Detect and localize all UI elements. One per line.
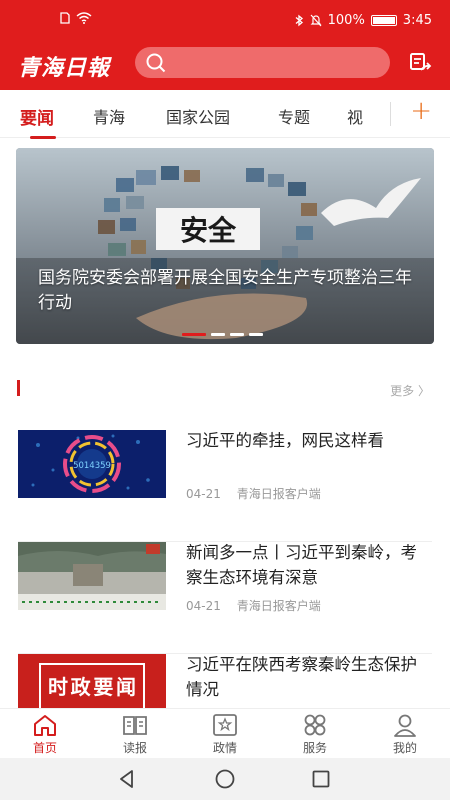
app-logo[interactable]: 青海日報 — [18, 50, 110, 82]
carousel-dot[interactable] — [249, 333, 263, 336]
nav-profile[interactable]: 我的 — [375, 713, 435, 756]
more-link[interactable]: 更多 〉 — [390, 382, 430, 399]
battery-percent: 100% — [327, 13, 365, 28]
carousel-dot[interactable] — [182, 333, 206, 336]
home-button-icon[interactable] — [214, 768, 236, 790]
channel-tabs: 要闻 青海 国家公园 专题 视 + — [0, 90, 450, 138]
carousel-dots — [182, 333, 263, 336]
news-title: 新闻多一点丨习近平到秦岭，考察生态环境有深意 — [186, 543, 417, 587]
nav-read-paper-label: 读报 — [122, 741, 147, 755]
carousel-dot[interactable] — [230, 333, 244, 336]
tab-national-park[interactable]: 国家公园 — [166, 104, 230, 128]
nav-services-label: 服务 — [302, 741, 327, 755]
sim-icon — [60, 12, 70, 24]
banner-title: 国务院安委会部署开展全国安全生产专项整治三年行动 — [38, 268, 412, 313]
news-meta: 04-21 青海日报客户端 — [186, 597, 333, 614]
emblem-icon — [213, 714, 237, 736]
headline-banner[interactable]: 安全 国务院安委会部署开展全国安全生产专项整治三年行动 — [16, 148, 434, 344]
thumbnail-counter-text: 5014359 — [73, 461, 111, 471]
grid-icon — [304, 714, 326, 736]
news-source: 青海日报客户端 — [236, 487, 321, 501]
search-icon — [146, 53, 166, 73]
tab-headlines[interactable]: 要闻 — [20, 104, 54, 129]
nav-politics[interactable]: 政情 — [195, 713, 255, 756]
news-date: 04-21 — [186, 599, 221, 613]
app-header: 青海日報 — [0, 40, 450, 90]
carousel-dot[interactable] — [211, 333, 225, 336]
nav-services[interactable]: 服务 — [285, 713, 345, 756]
nav-home[interactable]: 首页 — [15, 713, 75, 756]
status-right: 100% 3:45 — [295, 13, 432, 28]
nav-home-label: 首页 — [32, 741, 57, 755]
news-meta: 04-21 青海日报客户端 — [186, 485, 333, 502]
news-thumbnail — [18, 542, 166, 610]
system-navigation-bar — [0, 758, 450, 800]
news-item[interactable]: 新闻多一点丨习近平到秦岭，考察生态环境有深意 04-21 青海日报客户端 — [18, 542, 432, 654]
share-icon[interactable] — [408, 50, 434, 76]
home-icon — [34, 715, 56, 736]
bottom-nav: 首页 读报 政情 服务 我的 — [0, 708, 450, 758]
nav-profile-label: 我的 — [392, 741, 417, 755]
nav-politics-label: 政情 — [212, 741, 237, 755]
tab-video[interactable]: 视 — [347, 104, 363, 128]
tab-qinghai[interactable]: 青海 — [93, 104, 125, 128]
wifi-icon — [76, 12, 92, 24]
mute-icon — [310, 14, 322, 27]
tabs-fade — [365, 90, 390, 137]
news-title: 习近平在陕西考察秦岭生态保护情况 — [186, 655, 417, 699]
tab-topics[interactable]: 专题 — [278, 104, 310, 128]
back-icon[interactable] — [116, 768, 138, 790]
section-marker — [17, 380, 20, 396]
news-title: 习近平的牵挂，网民这样看 — [186, 431, 384, 450]
news-thumbnail: 5014359 — [18, 430, 166, 498]
book-icon — [123, 716, 147, 735]
bluetooth-icon — [295, 14, 303, 27]
news-source: 青海日报客户端 — [236, 599, 321, 613]
status-left — [60, 12, 92, 24]
battery-fill — [372, 17, 395, 24]
news-item[interactable]: 5014359 习近平的牵挂，网民这样看 04-21 青海日报客户端 — [18, 430, 432, 542]
add-channel-button[interactable]: + — [410, 96, 432, 126]
news-date: 04-21 — [186, 487, 221, 501]
clock: 3:45 — [402, 13, 432, 28]
banner-image-text: 安全 — [180, 214, 237, 247]
tabs-divider — [390, 102, 391, 126]
active-tab-indicator — [30, 136, 56, 139]
user-icon — [394, 714, 416, 737]
battery-icon — [370, 15, 397, 26]
recents-icon[interactable] — [310, 768, 332, 790]
nav-read-paper[interactable]: 读报 — [105, 713, 165, 756]
status-bar: 100% 3:45 — [0, 0, 450, 40]
search-input[interactable] — [135, 47, 390, 78]
